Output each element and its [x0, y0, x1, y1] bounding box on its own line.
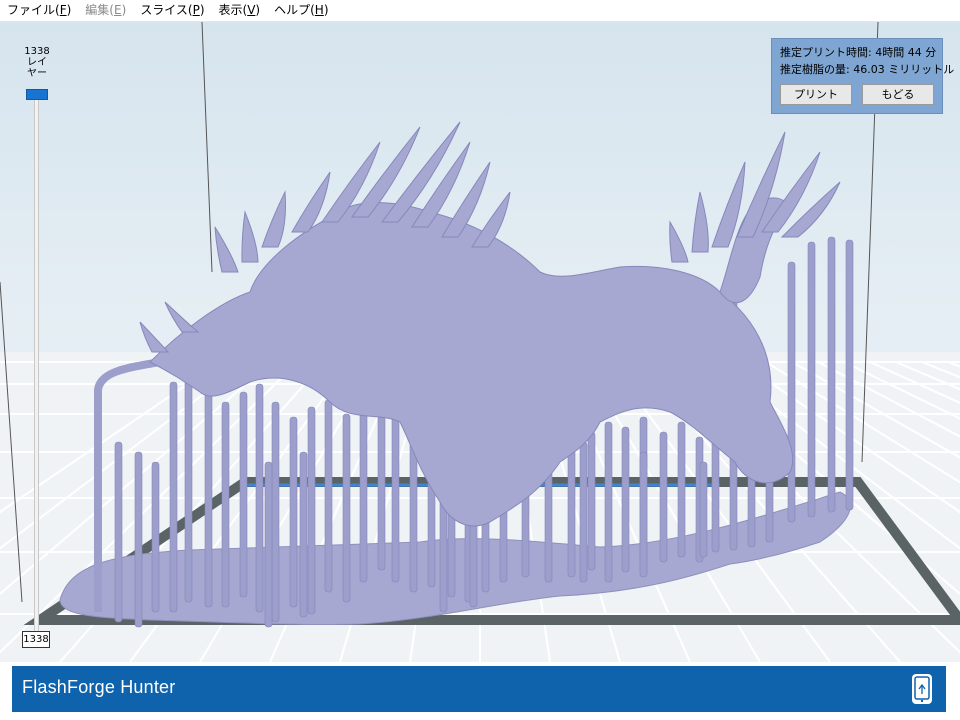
- menu-slice[interactable]: スライス(P): [133, 0, 211, 21]
- menu-edit[interactable]: 編集(E): [78, 0, 133, 21]
- support-pillar: [289, 416, 298, 608]
- menu-view[interactable]: 表示(V): [212, 0, 268, 21]
- spine: [139, 321, 170, 353]
- support-pillar: [342, 413, 351, 603]
- layer-slider-handle[interactable]: [26, 89, 48, 100]
- resin-row: 推定樹脂の量: 46.03 ミリリットル: [780, 61, 954, 78]
- support-pillar: [324, 399, 333, 593]
- support-pillar: [621, 426, 630, 573]
- support-pillar: [807, 241, 816, 518]
- support-pillar: [845, 239, 854, 511]
- print-estimate-panel: 推定プリント時間: 4時間 44 分 推定樹脂の量: 46.03 ミリリットル …: [771, 38, 954, 114]
- support-pillar: [169, 381, 178, 613]
- printer-name: FlashForge Hunter: [22, 677, 176, 697]
- support-pillar: [699, 461, 708, 558]
- support-pillar: [391, 411, 400, 583]
- support-pillar: [359, 391, 368, 583]
- support-pillar: [579, 441, 588, 583]
- print-time-label: 推定プリント時間:: [780, 46, 872, 59]
- support-pillar: [239, 391, 248, 598]
- resin-value: 46.03 ミリリットル: [853, 63, 955, 76]
- support-pillar: [204, 393, 213, 608]
- support-pillar: [255, 383, 264, 613]
- layer-unit-1: レイ: [27, 57, 47, 68]
- layer-counter: 1338 レイ ヤー: [20, 46, 54, 79]
- frame-line: [201, 22, 213, 273]
- print-time-row: 推定プリント時間: 4時間 44 分: [780, 44, 937, 61]
- support-pillar: [114, 441, 123, 623]
- printer-bar: FlashForge Hunter: [12, 666, 946, 712]
- support-pillar: [134, 451, 143, 628]
- support-pillar: [604, 421, 613, 583]
- layer-bottom-value: 1338: [22, 631, 50, 648]
- support-pillar: [827, 236, 836, 513]
- spine: [164, 301, 200, 333]
- layer-slider-track[interactable]: [34, 96, 39, 636]
- support-pillar: [151, 461, 160, 613]
- menu-file[interactable]: ファイル(F): [0, 0, 78, 21]
- support-pillar: [299, 451, 308, 618]
- support-pillar: [677, 421, 686, 558]
- support-pillar: [639, 451, 648, 578]
- support-pillar: [271, 401, 280, 623]
- print-time-value: 4時間 44 分: [875, 46, 937, 59]
- support-pillar: [307, 406, 316, 615]
- menu-help[interactable]: ヘルプ(H): [267, 0, 335, 21]
- spine: [261, 190, 286, 248]
- support-pillar: [264, 461, 273, 628]
- support-pillar: [184, 371, 193, 603]
- spine: [241, 210, 259, 263]
- spine: [691, 191, 709, 253]
- layer-unit-2: ヤー: [27, 68, 47, 79]
- support-pillar: [787, 261, 796, 523]
- spine: [669, 220, 689, 263]
- support-pillar: [659, 431, 668, 563]
- footer: FlashForge Hunter: [0, 662, 960, 720]
- phone-link-icon[interactable]: [912, 674, 932, 704]
- print-button[interactable]: プリント: [780, 84, 852, 105]
- menu-bar: ファイル(F) 編集(E) スライス(P) 表示(V) ヘルプ(H): [0, 0, 960, 22]
- back-button[interactable]: もどる: [862, 84, 934, 105]
- resin-label: 推定樹脂の量:: [780, 63, 850, 76]
- support-pillar: [587, 431, 596, 571]
- 3d-viewport[interactable]: 1338 レイ ヤー 1338 推定プリント時間: 4時間 44 分 推定樹脂の…: [0, 22, 960, 662]
- support-pillar: [221, 401, 230, 608]
- layer-current: 1338: [24, 46, 50, 57]
- panel-buttons: プリント もどる: [780, 84, 934, 105]
- spine: [214, 226, 239, 273]
- build-plate-scene: [0, 22, 960, 662]
